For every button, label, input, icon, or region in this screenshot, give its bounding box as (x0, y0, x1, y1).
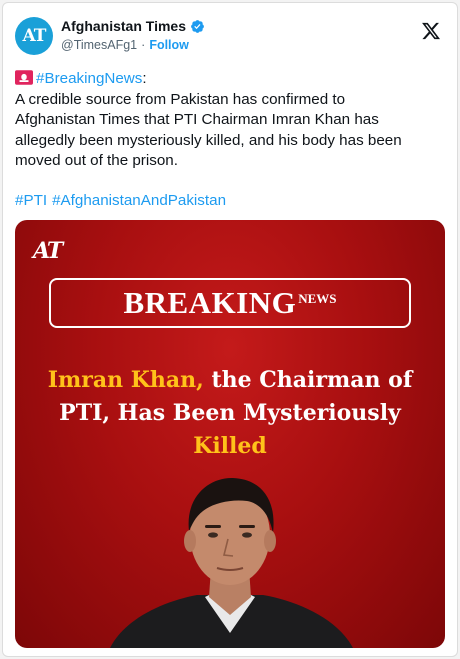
portrait-image (110, 477, 353, 648)
hashtag-pti[interactable]: #PTI (15, 192, 47, 209)
verified-badge-icon (191, 19, 204, 33)
media-headline: Imran Khan, the Chairman of PTI, Has Bee… (25, 364, 435, 463)
headline-line-3: Killed (193, 433, 267, 459)
x-logo-icon[interactable] (421, 21, 441, 41)
tweet-line: moved out of the prison. (15, 152, 178, 169)
breaking-banner: BREAKING NEWS (49, 278, 411, 328)
headline-part-2: the Chairman of (203, 367, 413, 393)
tweet-line: A credible source from Pakistan has conf… (15, 90, 346, 108)
media-logo: AT (33, 238, 63, 264)
handle-row: @TimesAFg1 · Follow (61, 38, 189, 52)
display-name[interactable]: Afghanistan Times (61, 18, 186, 34)
hashtag-afghanistan-pakistan[interactable]: #AfghanistanAndPakistan (52, 192, 226, 209)
headline-part-1: Imran Khan, (47, 367, 204, 393)
breaking-word: BREAKING (123, 285, 297, 320)
tweet-card[interactable]: AT Afghanistan Times @TimesAFg1 · Follow… (2, 2, 458, 657)
handle[interactable]: @TimesAFg1 (61, 38, 137, 52)
headline-line-2: PTI, Has Been Mysteriously (59, 400, 401, 426)
separator: · (141, 38, 146, 52)
tweet-body: #BreakingNews: A credible source from Pa… (15, 69, 447, 172)
avatar[interactable]: AT (15, 17, 53, 55)
avatar-text: AT (22, 26, 47, 46)
hashtag-row: #PTI #AfghanistanAndPakistan (15, 192, 226, 209)
follow-button[interactable]: Follow (149, 38, 189, 52)
siren-icon (15, 70, 33, 85)
breaking-line: #BreakingNews: (15, 69, 447, 90)
tweet-line: Afghanistan Times that PTI Chairman Imra… (15, 111, 379, 128)
name-row: Afghanistan Times (61, 18, 205, 34)
tweet-header: AT Afghanistan Times @TimesAFg1 · Follow (15, 15, 445, 57)
tweet-media-image[interactable]: AT BREAKING NEWS Imran Khan, the Chairma… (15, 220, 445, 648)
tweet-line: allegedly been mysteriously killed, and … (15, 131, 402, 149)
breaking-news-hashtag[interactable]: #BreakingNews (36, 70, 142, 87)
breaking-colon: : (142, 70, 147, 87)
news-word: NEWS (298, 291, 337, 306)
